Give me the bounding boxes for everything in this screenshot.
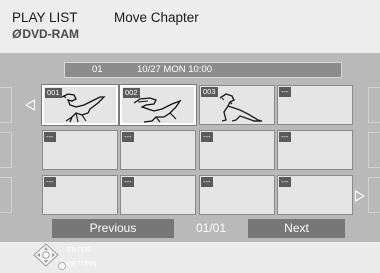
chapter-label: --- bbox=[201, 177, 213, 187]
disc-icon: Ø bbox=[12, 27, 22, 41]
chapter-label: --- bbox=[279, 132, 291, 142]
info-bar: 01 10/27 MON 10:00 bbox=[64, 62, 342, 78]
chapter-thumbnail[interactable]: --- bbox=[277, 175, 353, 215]
dinosaur-sketch-1 bbox=[61, 93, 106, 123]
side-tab-right bbox=[368, 177, 380, 213]
enter-hint: ENTER bbox=[67, 247, 91, 254]
dinosaur-sketch-2 bbox=[133, 97, 182, 123]
side-tab-right bbox=[368, 87, 380, 123]
page-indicator: 01/01 bbox=[195, 221, 227, 235]
chapter-thumbnail[interactable]: --- bbox=[199, 175, 275, 215]
chapter-label: --- bbox=[44, 132, 56, 142]
chapter-thumbnail[interactable]: --- bbox=[42, 175, 118, 215]
chapter-label: --- bbox=[122, 177, 134, 187]
return-icon bbox=[58, 262, 66, 270]
side-tab-left bbox=[0, 177, 12, 213]
next-button[interactable]: Next bbox=[248, 219, 345, 238]
chapter-label: --- bbox=[44, 177, 56, 187]
chapter-thumbnail[interactable]: --- bbox=[277, 85, 353, 125]
chapter-label: --- bbox=[279, 177, 291, 187]
chapter-thumbnail[interactable]: 001 bbox=[41, 84, 119, 126]
playlist-screen: PLAY LIST ØDVD-RAM Move Chapter 01 10/27… bbox=[0, 0, 380, 273]
media-type: DVD-RAM bbox=[22, 27, 80, 41]
return-hint: RETURN bbox=[67, 261, 97, 268]
chapter-datetime: 10/27 MON 10:00 bbox=[137, 64, 212, 75]
chapter-label: --- bbox=[279, 87, 291, 97]
chapter-thumbnail[interactable]: --- bbox=[120, 130, 196, 170]
triangle-left-icon[interactable] bbox=[25, 99, 35, 111]
side-tab-left bbox=[0, 132, 12, 168]
mode-title: Move Chapter bbox=[114, 10, 199, 25]
dinosaur-sketch-3 bbox=[219, 93, 263, 122]
chapter-number: 01 bbox=[92, 64, 103, 75]
dpad-icon bbox=[33, 243, 59, 267]
triangle-right-icon[interactable] bbox=[355, 190, 365, 202]
chapter-thumbnail[interactable]: --- bbox=[277, 130, 353, 170]
chapter-thumbnail[interactable]: 003 bbox=[199, 85, 275, 125]
previous-button[interactable]: Previous bbox=[52, 219, 174, 238]
chapter-thumbnail[interactable]: 002 bbox=[119, 84, 197, 126]
chapter-label: --- bbox=[122, 132, 134, 142]
side-tab-left bbox=[0, 87, 12, 123]
chapter-thumbnail[interactable]: --- bbox=[199, 130, 275, 170]
side-tab-right bbox=[368, 132, 380, 168]
chapter-thumbnail[interactable]: --- bbox=[42, 130, 118, 170]
media-label: ØDVD-RAM bbox=[12, 27, 79, 41]
chapter-label: --- bbox=[201, 132, 213, 142]
screen-title: PLAY LIST bbox=[12, 10, 78, 25]
chapter-thumbnail[interactable]: --- bbox=[120, 175, 196, 215]
